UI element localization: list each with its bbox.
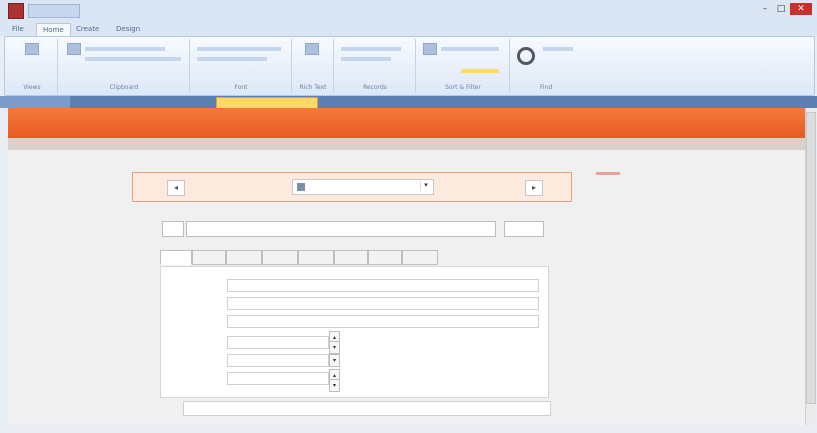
access-app-icon[interactable] — [8, 3, 24, 19]
tab-page: ▴ ▾ ▾ ▴ ▾ — [160, 266, 549, 398]
field-input-1[interactable] — [227, 279, 539, 292]
tab-file[interactable]: File — [6, 23, 30, 35]
find-commands[interactable] — [543, 47, 573, 51]
ribbon-group-label: Find — [539, 84, 553, 91]
form-tab-7[interactable] — [368, 250, 402, 265]
form-tab-1[interactable] — [160, 250, 192, 265]
add-button[interactable] — [162, 221, 184, 237]
spinner-down-icon[interactable]: ▾ — [329, 379, 340, 392]
side-link-mark[interactable] — [596, 172, 620, 175]
ribbon-group-records: Records — [335, 39, 416, 93]
form-tab-8[interactable] — [402, 250, 438, 265]
record-navigation-box: ◂ ▾ ▸ — [132, 172, 572, 202]
ribbon-group-label: Font — [234, 84, 248, 91]
field-input-4[interactable] — [227, 336, 329, 349]
scrollbar-thumb[interactable] — [806, 112, 816, 404]
form-tab-6[interactable] — [334, 250, 368, 265]
tab-home[interactable]: Home — [36, 23, 71, 36]
form-tab-4[interactable] — [262, 250, 298, 265]
ribbon-group-label: Sort & Filter — [445, 84, 481, 91]
view-icon[interactable] — [25, 43, 39, 55]
document-tab-bar — [0, 96, 817, 108]
next-record-button[interactable]: ▸ — [525, 180, 543, 196]
ribbon-group-label: Rich Text — [299, 84, 327, 91]
filter-icon[interactable] — [423, 43, 437, 55]
title-bar: – □ ✕ — [0, 0, 817, 22]
close-form-button[interactable] — [504, 221, 544, 237]
records-commands-row2[interactable] — [341, 57, 391, 61]
rich-text-icon[interactable] — [305, 43, 319, 55]
form-tab-5[interactable] — [298, 250, 334, 265]
form-tab-2[interactable] — [192, 250, 226, 265]
record-selector-combo[interactable]: ▾ — [292, 179, 434, 195]
navigation-pane-toggle[interactable] — [0, 96, 70, 108]
clipboard-commands[interactable] — [85, 47, 165, 51]
font-commands-row2[interactable] — [197, 57, 267, 61]
field-input-6[interactable] — [227, 372, 329, 385]
field-input-2[interactable] — [227, 297, 539, 310]
sort-filter-commands[interactable] — [441, 47, 499, 51]
clipboard-commands-row2[interactable] — [85, 57, 181, 61]
record-title-field[interactable] — [186, 221, 496, 237]
previous-record-button[interactable]: ◂ — [167, 180, 185, 196]
ribbon-group-clipboard: Clipboard — [59, 39, 190, 93]
records-commands[interactable] — [341, 47, 401, 51]
header-divider-band — [8, 138, 805, 150]
form-tab-3[interactable] — [226, 250, 262, 265]
toggle-filter-button[interactable] — [461, 69, 499, 73]
user-icon — [297, 183, 305, 191]
ribbon-group-label: Clipboard — [109, 84, 139, 91]
ribbon-group-sort-filter: Sort & Filter — [417, 39, 510, 93]
paste-icon[interactable] — [67, 43, 81, 55]
ribbon-group-views: Views — [7, 39, 58, 93]
ribbon-tab-bar: File Home Create Design — [0, 22, 817, 36]
ribbon-group-font: Font — [191, 39, 292, 93]
form-header — [8, 108, 805, 138]
form-tab-strip — [160, 250, 550, 265]
tab-create[interactable]: Create — [70, 23, 105, 35]
ribbon: Views Clipboard Font Rich Text Records S… — [4, 36, 815, 96]
dropdown-arrow-icon[interactable]: ▾ — [329, 354, 340, 367]
chevron-down-icon[interactable]: ▾ — [420, 181, 431, 191]
bottom-field-input[interactable] — [183, 401, 551, 416]
field-input-3[interactable] — [227, 315, 539, 328]
maximize-icon[interactable]: □ — [774, 3, 788, 15]
minimize-icon[interactable]: – — [758, 3, 772, 15]
font-commands[interactable] — [197, 47, 281, 51]
quick-access-toolbar[interactable] — [28, 4, 80, 18]
window-title — [330, 5, 500, 15]
find-icon[interactable] — [517, 47, 535, 65]
tab-design[interactable]: Design — [110, 23, 146, 35]
ribbon-group-label: Views — [23, 84, 41, 91]
field-input-5[interactable] — [227, 354, 329, 367]
ribbon-group-label: Records — [363, 84, 387, 91]
ribbon-group-find: Find — [511, 39, 581, 93]
ribbon-group-rich-text: Rich Text — [293, 39, 334, 93]
close-window-icon[interactable]: ✕ — [790, 3, 812, 15]
spinner-down-icon[interactable]: ▾ — [329, 341, 340, 354]
